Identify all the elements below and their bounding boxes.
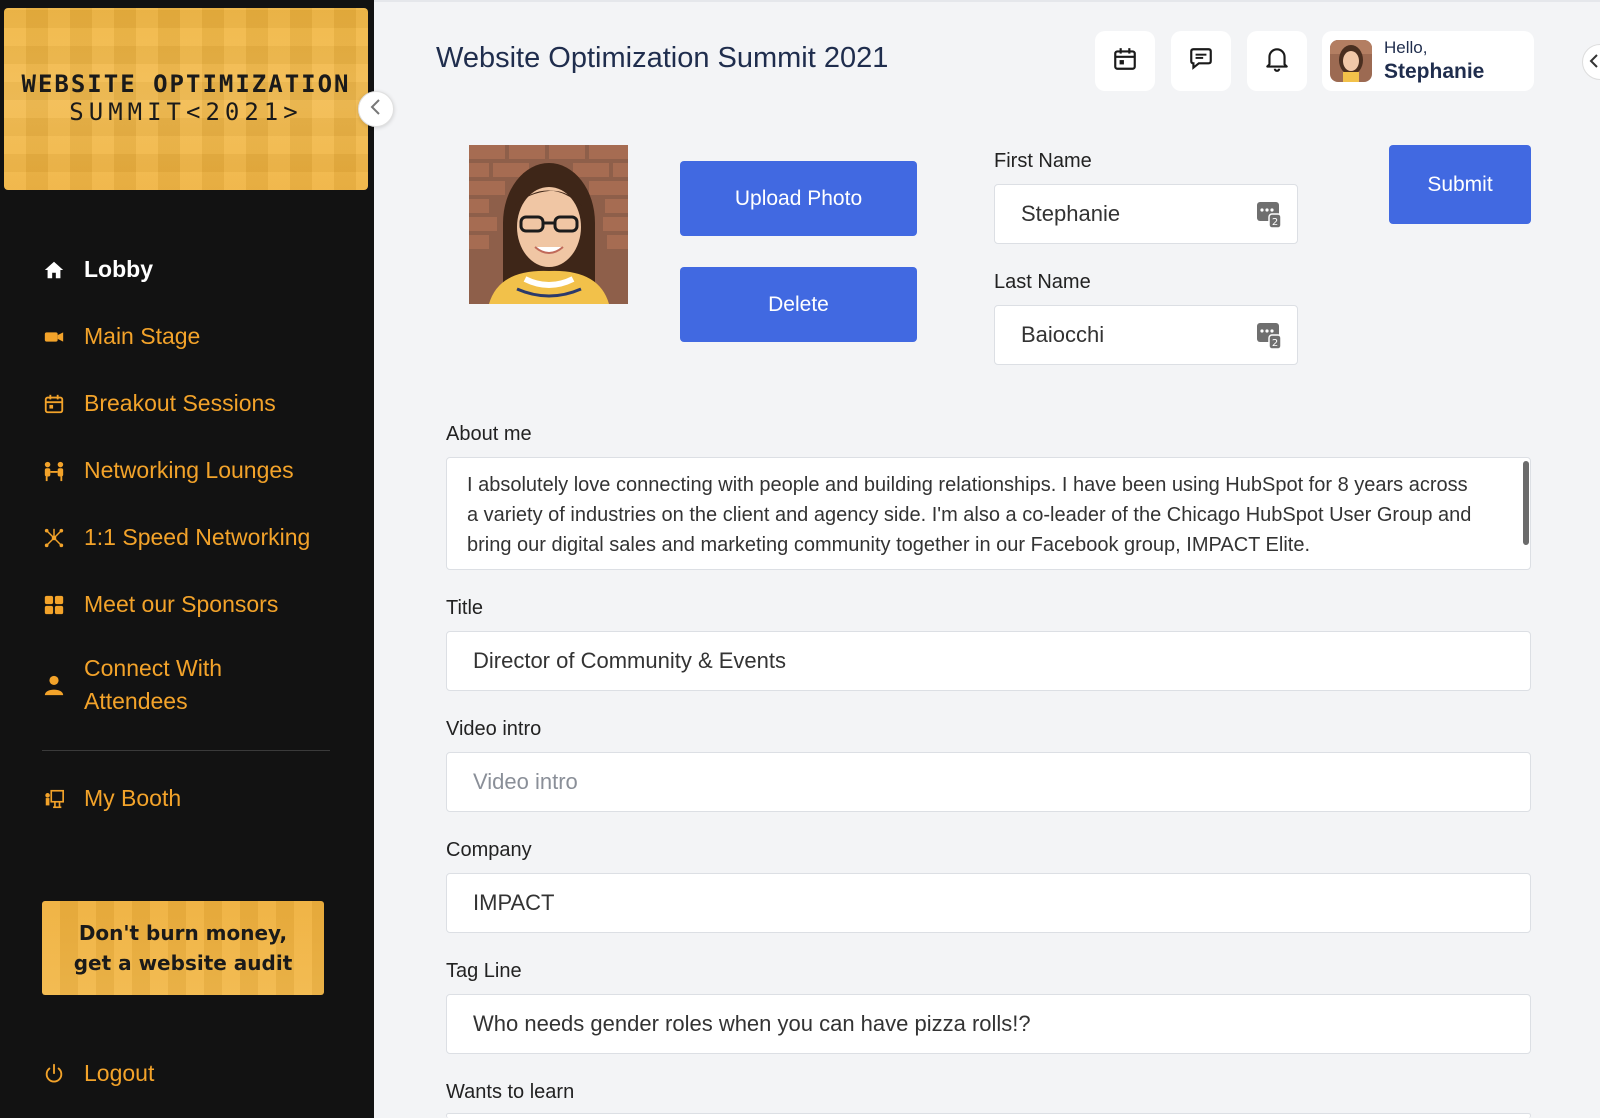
password-manager-icon[interactable]: 2 [1257, 323, 1282, 350]
video-intro-label: Video intro [446, 718, 542, 740]
company-field[interactable]: IMPACT [446, 873, 1531, 933]
video-intro-placeholder: Video intro [473, 769, 578, 794]
title-label: Title [446, 597, 484, 619]
sidebar-item-speed-networking[interactable]: 1:1 Speed Networking [42, 524, 342, 551]
promo-line-1: Don't burn money, [78, 921, 288, 945]
textarea-scrollbar[interactable] [1523, 461, 1529, 545]
person-icon [42, 673, 66, 697]
first-name-label: First Name [994, 150, 1092, 172]
video-camera-icon [42, 325, 66, 349]
notifications-button[interactable] [1247, 31, 1307, 91]
sidebar-item-sponsors[interactable]: Meet our Sponsors [42, 591, 342, 618]
network-icon [42, 526, 66, 550]
sidebar-item-label: Main Stage [84, 323, 201, 349]
user-name: Stephanie [1384, 60, 1485, 83]
chat-button[interactable] [1171, 31, 1231, 91]
title-value: Director of Community & Events [473, 648, 786, 673]
first-name-field[interactable]: Stephanie 2 [994, 184, 1298, 244]
top-border [374, 0, 1600, 2]
brand-subtitle: SUMMIT<2021> [69, 98, 303, 126]
promo-banner[interactable]: Don't burn money, get a website audit [42, 901, 324, 995]
sidebar-item-my-booth[interactable]: My Booth [42, 785, 342, 812]
brand-title: WEBSITE OPTIMIZATION [21, 70, 351, 98]
promo-line-2: get a website audit [73, 951, 293, 975]
sidebar-item-breakout-sessions[interactable]: Breakout Sessions [42, 390, 342, 417]
password-manager-icon[interactable]: 2 [1257, 202, 1282, 229]
event-logo-banner[interactable]: WEBSITE OPTIMIZATION SUMMIT<2021> [4, 8, 368, 190]
collapse-sidebar-button[interactable] [358, 91, 394, 127]
submit-button[interactable]: Submit [1389, 145, 1531, 224]
last-name-value: Baiocchi [1021, 322, 1105, 347]
sidebar-item-connect-attendees[interactable]: Connect With Attendees [42, 652, 262, 718]
company-value: IMPACT [473, 890, 555, 915]
sidebar-item-networking-lounges[interactable]: Networking Lounges [42, 457, 342, 484]
user-menu[interactable]: Hello, Stephanie [1322, 31, 1534, 91]
people-icon [42, 459, 66, 483]
sidebar-divider [42, 750, 330, 751]
about-textarea[interactable]: I absolutely love connecting with people… [446, 457, 1531, 570]
last-name-label: Last Name [994, 271, 1091, 293]
svg-text:2: 2 [1272, 217, 1278, 228]
last-name-field[interactable]: Baiocchi 2 [994, 305, 1298, 365]
sidebar-item-label: Meet our Sponsors [84, 591, 279, 617]
about-label: About me [446, 423, 532, 445]
upload-photo-button[interactable]: Upload Photo [680, 161, 917, 236]
profile-photo [469, 145, 628, 304]
greeting-label: Hello, [1384, 38, 1428, 57]
tagline-field[interactable]: Who needs gender roles when you can have… [446, 994, 1531, 1054]
chevron-left-icon [1589, 52, 1599, 73]
avatar [1330, 40, 1372, 82]
chevron-left-icon [369, 96, 383, 122]
calendar-button[interactable] [1095, 31, 1155, 91]
video-intro-field[interactable]: Video intro [446, 752, 1531, 812]
sidebar-item-label: Breakout Sessions [84, 390, 276, 416]
logout-label: Logout [84, 1060, 155, 1086]
power-icon [42, 1062, 66, 1086]
svg-text:2: 2 [1272, 338, 1278, 349]
title-field[interactable]: Director of Community & Events [446, 631, 1531, 691]
grid-icon [42, 593, 66, 617]
sidebar-item-label: My Booth [84, 785, 182, 811]
home-icon [42, 258, 66, 282]
sidebar-item-label: Lobby [84, 256, 153, 282]
tagline-value: Who needs gender roles when you can have… [473, 1011, 1031, 1036]
delete-photo-button[interactable]: Delete [680, 267, 917, 342]
expand-panel-button[interactable] [1582, 44, 1600, 80]
calendar-icon [42, 392, 66, 416]
booth-icon [42, 787, 66, 811]
wants-to-learn-field[interactable] [446, 1113, 1531, 1118]
sidebar-item-label: Connect With Attendees [84, 655, 223, 714]
calendar-icon [1112, 46, 1138, 77]
page-title: Website Optimization Summit 2021 [436, 42, 889, 74]
sidebar-item-label: 1:1 Speed Networking [84, 524, 311, 550]
tagline-label: Tag Line [446, 960, 522, 982]
sidebar-item-lobby[interactable]: Lobby [42, 256, 342, 283]
wants-to-learn-label: Wants to learn [446, 1081, 575, 1103]
first-name-value: Stephanie [1021, 201, 1121, 226]
company-label: Company [446, 839, 532, 861]
sidebar-item-label: Networking Lounges [84, 457, 294, 483]
sidebar: WEBSITE OPTIMIZATION SUMMIT<2021> Lobby … [0, 0, 374, 1118]
sidebar-item-main-stage[interactable]: Main Stage [42, 323, 342, 350]
bell-icon [1264, 45, 1290, 78]
about-value: I absolutely love connecting with people… [467, 474, 1472, 556]
logout-button[interactable]: Logout [42, 1060, 342, 1087]
chat-icon [1188, 46, 1214, 77]
